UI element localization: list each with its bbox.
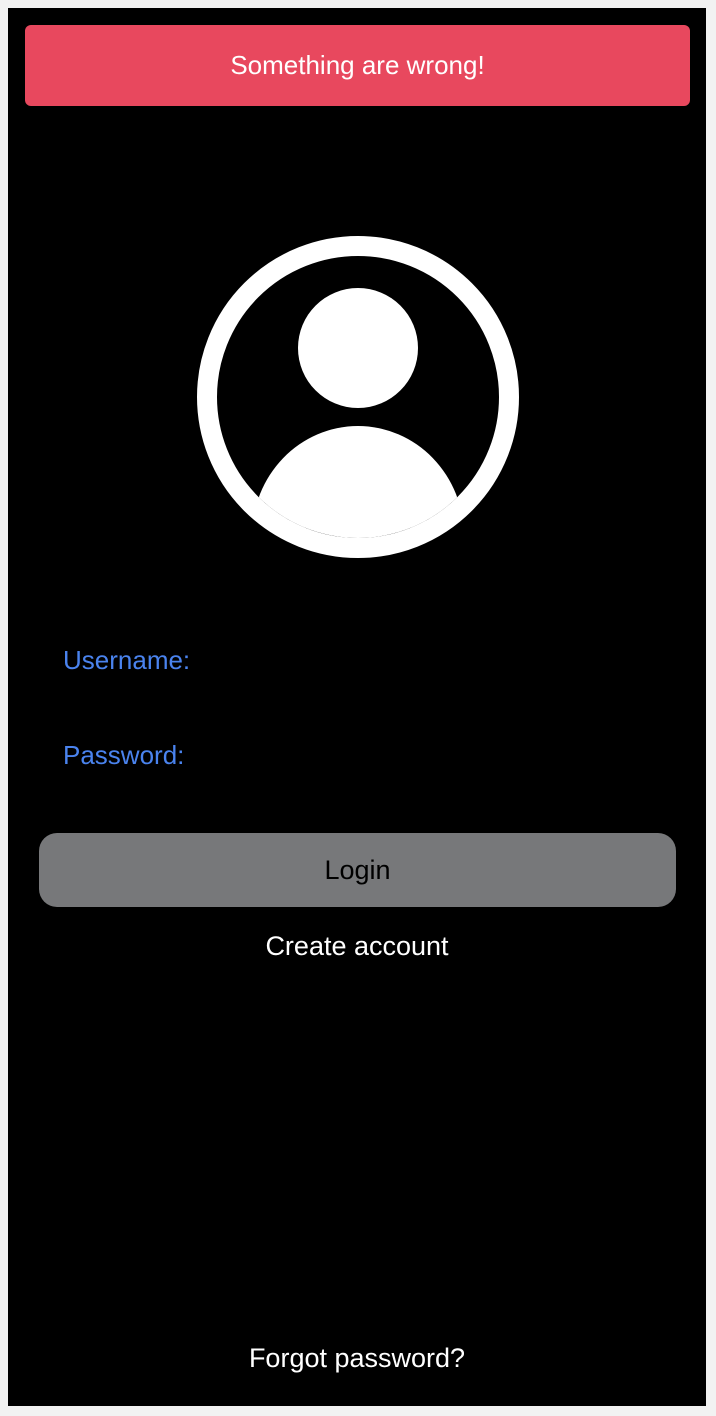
login-button-label: Login [324, 854, 391, 885]
error-banner: Something are wrong! [25, 25, 690, 106]
login-screen: Something are wrong! Username: Password:… [8, 8, 706, 1406]
error-message: Something are wrong! [230, 50, 485, 80]
password-input[interactable] [192, 734, 673, 777]
username-field: Username: [63, 638, 673, 683]
username-input[interactable] [198, 639, 673, 682]
login-button[interactable]: Login [39, 833, 676, 907]
user-circle-icon [197, 236, 519, 558]
username-label: Username: [63, 645, 191, 675]
password-field: Password: [63, 733, 673, 778]
create-account-link[interactable]: Create account [8, 931, 706, 962]
forgot-password-link[interactable]: Forgot password? [8, 1343, 706, 1374]
password-label: Password: [63, 740, 185, 770]
